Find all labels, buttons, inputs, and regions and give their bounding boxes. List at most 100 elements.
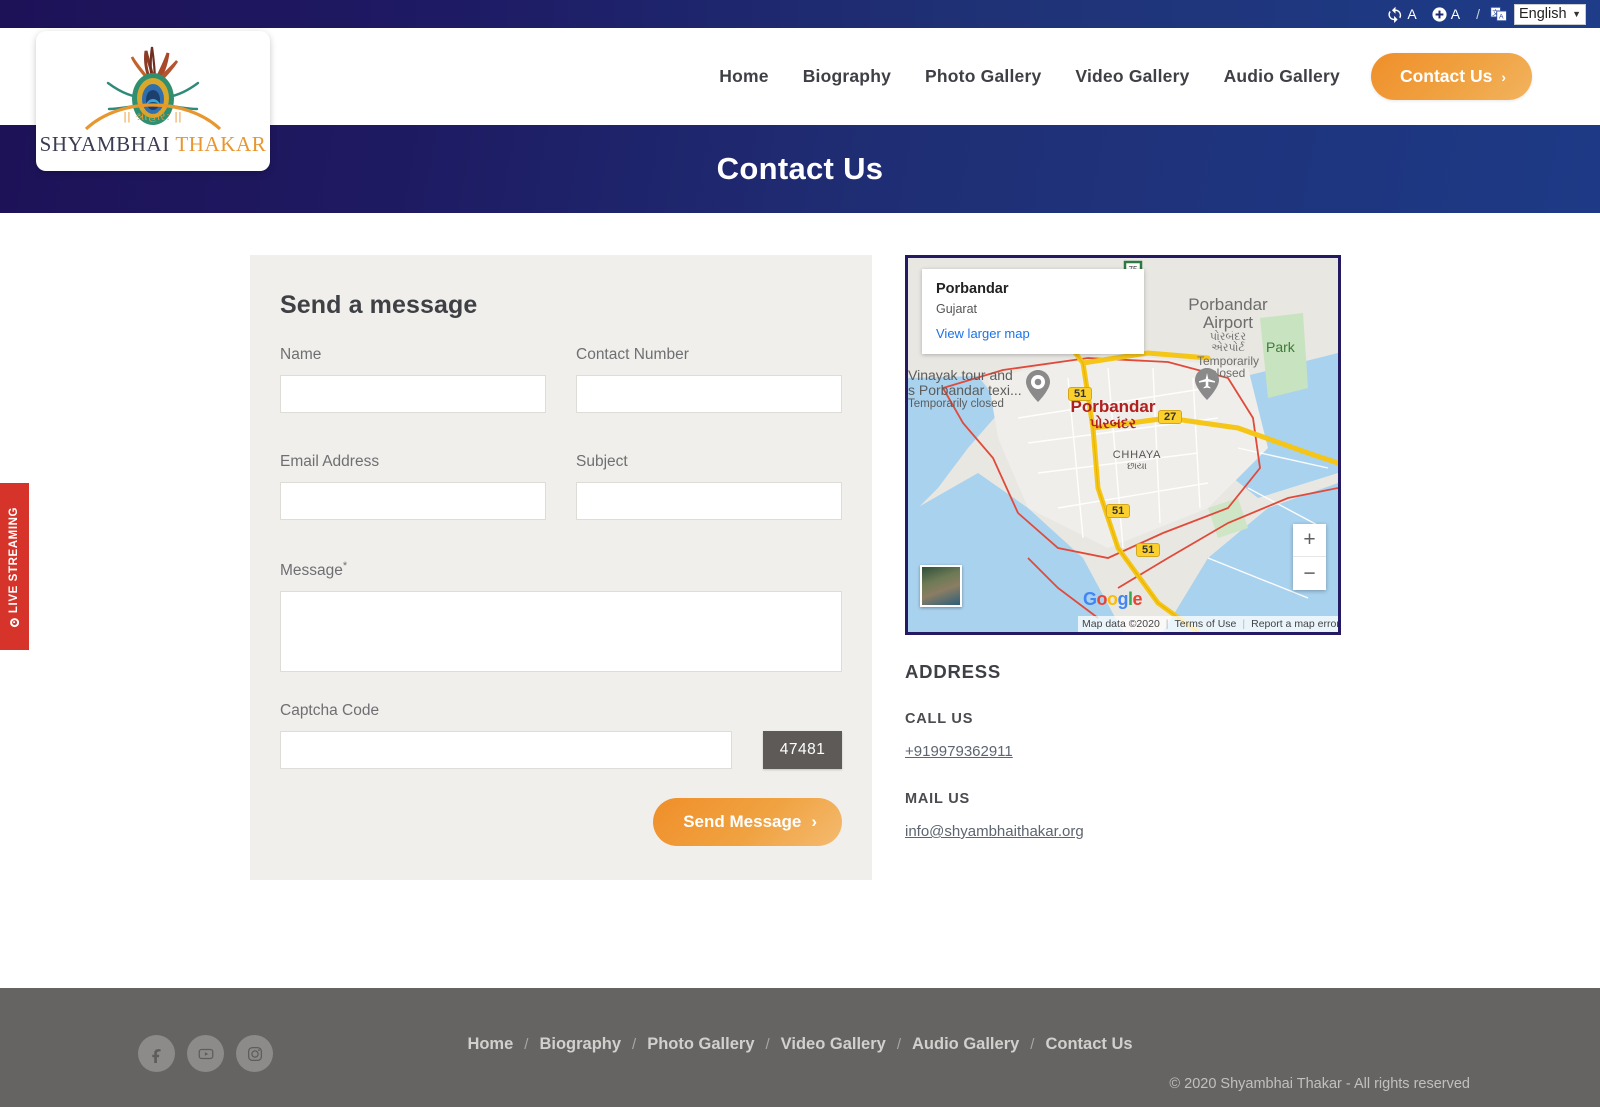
nav-item-home[interactable]: Home xyxy=(702,66,785,87)
field-group-email: Email Address xyxy=(280,453,546,520)
report-map-error-link[interactable]: Report a map error xyxy=(1251,618,1338,630)
attr-divider-1: | xyxy=(1165,618,1169,630)
contact-us-label: Contact Us xyxy=(1399,66,1493,86)
required-marker: * xyxy=(342,560,348,572)
main-navigation: Home Biography Photo Gallery Video Galle… xyxy=(702,53,1532,100)
contact-us-button[interactable]: Contact Us › xyxy=(1370,53,1532,100)
refresh-icon xyxy=(1387,6,1404,23)
copyright-text: © 2020 Shyambhai Thakar - All rights res… xyxy=(1169,1076,1470,1092)
contact-form-card: Send a message Name Contact Number Email… xyxy=(250,255,872,881)
field-group-captcha: Captcha Code 47481 xyxy=(280,702,842,770)
language-select[interactable]: English xyxy=(1514,3,1586,25)
logo-wordmark: SHYAMBHAI THAKAR xyxy=(40,132,267,157)
google-letter-o2: o xyxy=(1107,589,1118,609)
field-group-name: Name xyxy=(280,346,546,413)
email-input[interactable] xyxy=(280,482,546,520)
plus-circle-icon xyxy=(1431,6,1448,23)
captcha-input[interactable] xyxy=(280,731,733,770)
message-textarea[interactable] xyxy=(280,591,842,673)
nav-item-photo-gallery[interactable]: Photo Gallery xyxy=(908,66,1058,87)
google-map[interactable]: 51 51 51 27 75 xyxy=(905,255,1341,635)
map-satellite-thumbnail[interactable] xyxy=(920,565,962,607)
instagram-icon[interactable] xyxy=(236,1035,273,1072)
logo-name-second: THAKAR xyxy=(175,132,267,156)
site-logo[interactable]: || શ્રીહરિ: || SHYAMBHAI THAKAR xyxy=(36,31,270,171)
top-utility-bar: A A / 文 A English ▼ xyxy=(0,0,1600,28)
field-group-contact-number: Contact Number xyxy=(576,346,842,413)
contact-info-column: 51 51 51 27 75 xyxy=(905,255,1343,841)
footer-nav-video-gallery[interactable]: Video Gallery xyxy=(770,1035,897,1054)
email-label: Email Address xyxy=(280,453,380,470)
topbar-separator: / xyxy=(1476,6,1480,22)
send-message-button[interactable]: Send Message › xyxy=(653,798,842,847)
google-letter-o1: o xyxy=(1096,589,1108,609)
google-logo: Google xyxy=(1083,589,1143,610)
highway-shield-51c: 51 xyxy=(1136,543,1161,557)
svg-text:A: A xyxy=(1499,14,1504,21)
map-info-card: Porbandar Gujarat View larger map xyxy=(922,269,1144,354)
view-larger-map-link[interactable]: View larger map xyxy=(936,326,1130,341)
nav-item-biography[interactable]: Biography xyxy=(786,66,908,87)
footer-nav-biography[interactable]: Biography xyxy=(528,1035,632,1054)
map-label-airport: Porbandar Airport પોરબંદર એરપોર્ટ Tempor… xyxy=(1188,295,1268,381)
contact-number-label: Contact Number xyxy=(576,346,689,363)
contact-number-input[interactable] xyxy=(576,375,842,413)
poi-marker-camera[interactable] xyxy=(1026,370,1050,407)
page-title: Contact Us xyxy=(716,151,884,186)
captcha-label: Captcha Code xyxy=(280,702,380,720)
map-label-park: Park xyxy=(1266,339,1295,355)
terms-of-use-link[interactable]: Terms of Use xyxy=(1175,618,1237,630)
chevron-right-icon: › xyxy=(811,812,817,832)
highway-shield-51a: 51 xyxy=(1068,387,1093,401)
subject-input[interactable] xyxy=(576,482,842,520)
message-label-text: Message xyxy=(280,562,343,580)
record-icon xyxy=(10,617,19,627)
increase-font-size-button[interactable]: A xyxy=(1431,6,1460,23)
map-label-city: Porbandar પોરબંદર xyxy=(1070,397,1156,431)
highway-shield-27: 27 xyxy=(1158,410,1183,424)
main-content: Send a message Name Contact Number Email… xyxy=(0,213,1600,988)
increase-font-label: A xyxy=(1450,6,1461,22)
address-heading: ADDRESS xyxy=(905,661,1002,682)
nav-item-video-gallery[interactable]: Video Gallery xyxy=(1058,66,1206,87)
footer-nav-home[interactable]: Home xyxy=(456,1035,524,1054)
subject-label: Subject xyxy=(576,453,628,470)
google-letter-g2: g xyxy=(1117,589,1129,609)
map-place-title: Porbandar xyxy=(936,281,1009,297)
footer-nav-audio-gallery[interactable]: Audio Gallery xyxy=(901,1035,1030,1054)
field-group-message: Message* xyxy=(280,560,842,677)
chevron-right-icon: › xyxy=(1501,68,1506,85)
map-attribution-bar: Map data ©2020 | Terms of Use | Report a… xyxy=(1078,616,1338,632)
reset-font-size-button[interactable]: A xyxy=(1387,6,1417,23)
google-letter-g: G xyxy=(1083,589,1097,609)
message-label: Message* xyxy=(280,560,842,580)
reset-font-label: A xyxy=(1407,6,1417,22)
nav-item-audio-gallery[interactable]: Audio Gallery xyxy=(1207,66,1357,87)
footer-nav-contact-us[interactable]: Contact Us xyxy=(1034,1035,1143,1054)
live-streaming-tab[interactable]: LIVE STREAMING xyxy=(0,483,29,650)
google-translate-icon: 文 A xyxy=(1490,5,1508,23)
map-label-chhaya: CHHAYA છાયા xyxy=(1112,449,1162,472)
form-heading: Send a message xyxy=(280,291,478,319)
facebook-icon[interactable] xyxy=(138,1035,175,1072)
logo-name-first: SHYAMBHAI xyxy=(39,132,176,156)
social-links xyxy=(130,1035,273,1072)
footer-nav-photo-gallery[interactable]: Photo Gallery xyxy=(636,1035,765,1054)
phone-link[interactable]: +919979362911 xyxy=(905,743,1013,760)
email-link[interactable]: info@shyambhaithakar.org xyxy=(905,823,1084,840)
address-block: ADDRESS CALL US +919979362911 MAIL US in… xyxy=(905,661,1343,841)
map-zoom-controls: + − xyxy=(1293,524,1326,590)
footer-navigation: Home / Biography / Photo Gallery / Video… xyxy=(456,1035,1143,1054)
site-footer: Home / Biography / Photo Gallery / Video… xyxy=(0,988,1600,1107)
highway-shield-51b: 51 xyxy=(1106,504,1131,518)
send-message-label: Send Message xyxy=(683,812,802,832)
map-zoom-in-button[interactable]: + xyxy=(1293,524,1326,557)
google-letter-e: e xyxy=(1132,589,1143,609)
captcha-image[interactable]: 47481 xyxy=(763,731,842,770)
language-selector[interactable]: 文 A English ▼ xyxy=(1490,3,1586,25)
site-header: || શ્રીહરિ: || SHYAMBHAI THAKAR Home Bio… xyxy=(0,28,1600,171)
youtube-icon[interactable] xyxy=(187,1035,224,1072)
map-zoom-out-button[interactable]: − xyxy=(1293,557,1326,590)
poi-marker-airport[interactable] xyxy=(1195,368,1219,405)
name-input[interactable] xyxy=(280,375,546,413)
